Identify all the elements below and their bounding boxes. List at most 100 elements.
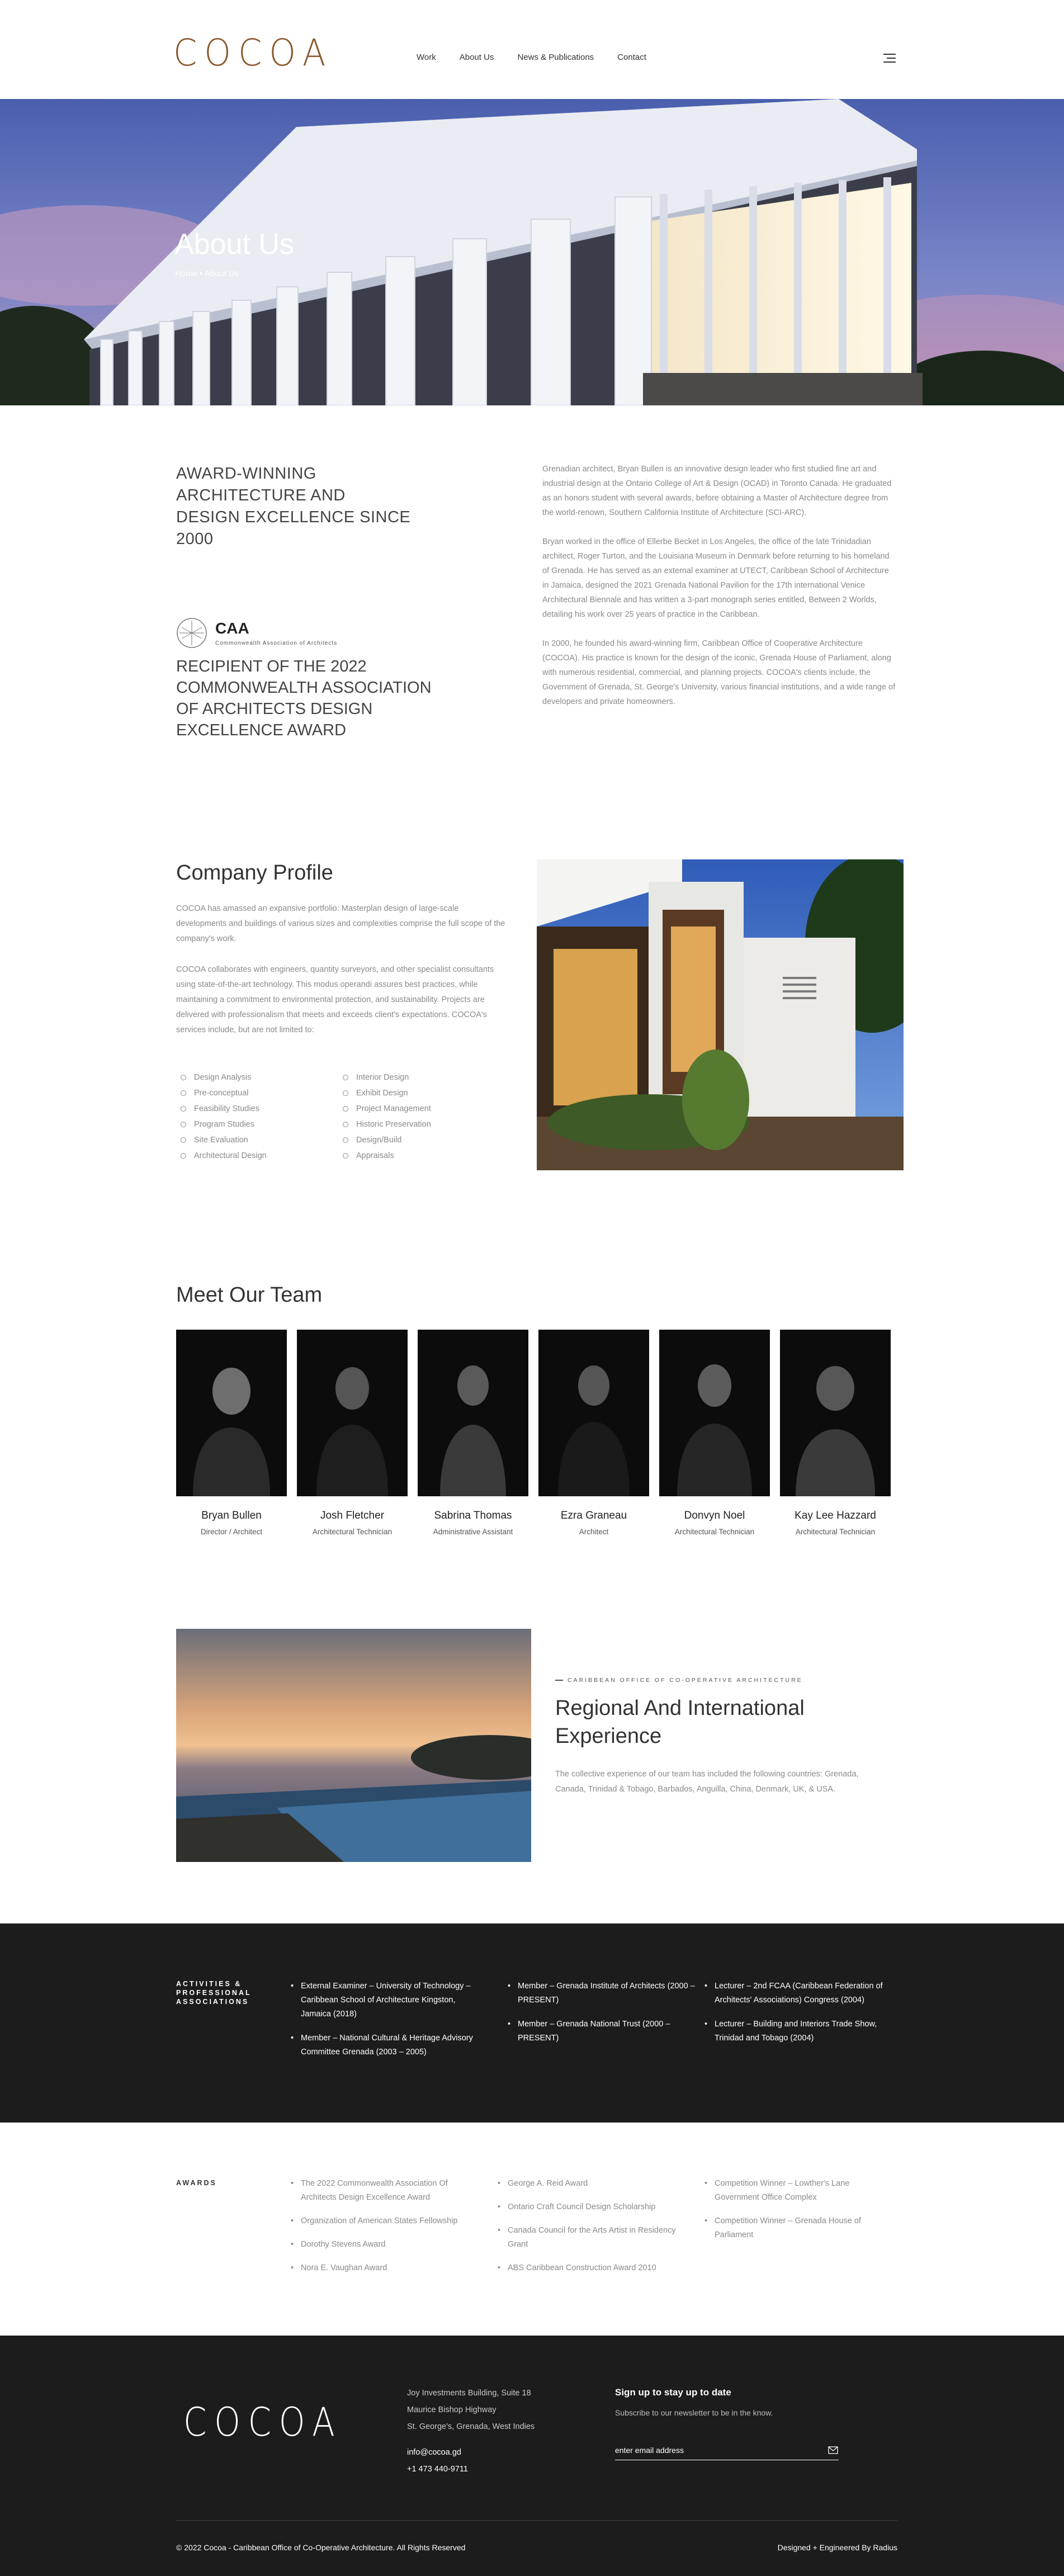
award-recipient-heading: RECIPIENT OF THE 2022 COMMONWEALTH ASSOC… <box>176 658 432 739</box>
member-role: Director / Architect <box>200 1528 263 1536</box>
awards-label: Awards <box>176 2179 217 2187</box>
activities-section: Activities & Professional Associations E… <box>0 1923 1064 2123</box>
bio-paragraph: Bryan worked in the office of Ellerbe Be… <box>542 537 890 619</box>
footer-divider <box>176 2520 897 2521</box>
team-member[interactable]: Donvyn Noel Architectural Technician <box>659 1330 770 1536</box>
breadcrumb[interactable]: Home • About Us <box>175 269 239 278</box>
service-item: Design/Build <box>343 1134 505 1146</box>
award-item: George A. Reid Award <box>498 2177 682 2191</box>
newsletter-email-input[interactable] <box>615 2440 839 2460</box>
member-name: Kay Lee Hazzard <box>795 1510 876 1521</box>
member-name: Sabrina Thomas <box>434 1510 512 1521</box>
award-item: Organization of American States Fellowsh… <box>291 2214 475 2228</box>
team-grid: Bryan Bullen Director / Architect Josh F… <box>176 1330 897 1536</box>
award-item: Competition Winner – Lowther's Lane Gove… <box>704 2177 889 2205</box>
service-item: Feasibility Studies <box>181 1103 343 1115</box>
caa-emblem-icon <box>177 618 207 648</box>
address-line: St. George's, Grenada, West Indies <box>407 2422 535 2431</box>
site-footer: COCOA Joy Investments Building, Suite 18… <box>0 2336 1064 2576</box>
designer-credit-link[interactable]: Designed + Engineered By Radius <box>767 2543 897 2552</box>
footer-logo[interactable]: COCOA <box>183 2403 342 2442</box>
hero-building-image <box>0 99 1064 405</box>
copyright-text: © 2022 Cocoa - Caribbean Office of Co-Op… <box>176 2543 466 2552</box>
member-name: Donvyn Noel <box>684 1510 745 1521</box>
team-member[interactable]: Bryan Bullen Director / Architect <box>176 1330 287 1536</box>
activity-item: Member – National Cultural & Heritage Ad… <box>291 2031 481 2059</box>
site-header: COCOA Work About Us News & Publications … <box>0 0 1064 99</box>
service-item: Interior Design <box>343 1071 505 1084</box>
activities-label: Activities & Professional Associations <box>176 1980 252 2006</box>
team-member[interactable]: Sabrina Thomas Administrative Assistant <box>418 1330 528 1536</box>
nav-contact[interactable]: Contact <box>617 53 646 62</box>
member-role: Architect <box>579 1528 609 1536</box>
bio-paragraph: Grenadian architect, Bryan Bullen is an … <box>542 465 892 517</box>
activity-item: Member – Grenada Institute of Architects… <box>508 1979 698 2007</box>
nav-about-us[interactable]: About Us <box>460 53 494 62</box>
team-member[interactable]: Kay Lee Hazzard Architectural Technician <box>780 1330 891 1536</box>
activity-item: Lecturer – 2nd FCAA (Caribbean Federatio… <box>704 1979 895 2007</box>
company-profile-text: COCOA has amassed an expansive portfolio… <box>176 901 506 1053</box>
award-item: Ontario Craft Council Design Scholarship <box>498 2200 682 2214</box>
team-member[interactable]: Ezra Graneau Architect <box>538 1330 649 1536</box>
founder-bio: Grenadian architect, Bryan Bullen is an … <box>542 462 897 724</box>
service-item: Site Evaluation <box>181 1134 343 1146</box>
service-item: Design Analysis <box>181 1071 343 1084</box>
footer-phone-link[interactable]: +1 473 440-9711 <box>407 2461 468 2478</box>
caa-subtitle: Commonwealth Association of Architects <box>215 640 338 646</box>
member-role: Architectural Technician <box>795 1528 876 1536</box>
member-portrait <box>659 1330 770 1496</box>
member-name: Bryan Bullen <box>201 1510 262 1521</box>
member-name: Ezra Graneau <box>560 1510 627 1521</box>
award-item: Canada Council for the Arts Artist in Re… <box>498 2224 682 2252</box>
regional-title: Regional And International Experience <box>555 1696 805 1748</box>
service-item: Architectural Design <box>181 1150 343 1162</box>
member-role: Administrative Assistant <box>433 1528 513 1536</box>
regional-text: The collective experience of our team ha… <box>555 1770 859 1794</box>
member-role: Architectural Technician <box>312 1528 393 1536</box>
nav-news-publications[interactable]: News & Publications <box>517 53 594 62</box>
service-item: Appraisals <box>343 1150 505 1162</box>
envelope-icon[interactable] <box>828 2446 838 2454</box>
member-role: Architectural Technician <box>674 1528 755 1536</box>
company-profile-image <box>537 859 904 1170</box>
footer-contact: info@cocoa.gd +1 473 440-9711 <box>407 2444 468 2478</box>
member-portrait <box>780 1330 891 1496</box>
newsletter-subtitle: Subscribe to our newsletter to be in the… <box>615 2408 773 2417</box>
award-item: Competition Winner – Grenada House of Pa… <box>704 2214 889 2242</box>
page-title: About Us <box>174 228 294 261</box>
service-item: Project Management <box>343 1103 505 1115</box>
about-heading: AWARD-WINNING ARCHITECTURE AND DESIGN EX… <box>176 465 411 548</box>
nav-work[interactable]: Work <box>417 53 436 62</box>
member-portrait <box>418 1330 528 1496</box>
company-profile-title: Company Profile <box>176 861 333 885</box>
service-item: Pre-conceptual <box>181 1087 343 1099</box>
awards-column: The 2022 Commonwealth Association Of Arc… <box>291 2177 475 2285</box>
hero-banner: About Us Home • About Us <box>0 99 1064 405</box>
member-portrait <box>297 1330 408 1496</box>
service-item: Exhibit Design <box>343 1087 505 1099</box>
activities-column: External Examiner – University of Techno… <box>291 1979 481 2069</box>
service-item: Historic Preservation <box>343 1118 505 1131</box>
team-title: Meet Our Team <box>176 1283 323 1307</box>
awards-column: George A. Reid Award Ontario Craft Counc… <box>498 2177 682 2285</box>
member-portrait <box>538 1330 649 1496</box>
profile-paragraph: COCOA has amassed an expansive portfolio… <box>176 904 505 943</box>
profile-paragraph: COCOA collaborates with engineers, quant… <box>176 965 494 1034</box>
footer-address: Joy Investments Building, Suite 18 Mauri… <box>407 2385 535 2435</box>
activity-item: External Examiner – University of Techno… <box>291 1979 481 2021</box>
newsletter-title: Sign up to stay up to date <box>615 2387 731 2398</box>
footer-email-link[interactable]: info@cocoa.gd <box>407 2444 468 2461</box>
activity-item: Member – Grenada National Trust (2000 – … <box>508 2017 698 2045</box>
team-member[interactable]: Josh Fletcher Architectural Technician <box>297 1330 408 1536</box>
member-portrait <box>176 1330 287 1496</box>
address-line: Joy Investments Building, Suite 18 <box>407 2389 531 2398</box>
award-item: The 2022 Commonwealth Association Of Arc… <box>291 2177 475 2205</box>
service-item: Program Studies <box>181 1118 343 1131</box>
bio-paragraph: In 2000, he founded his award-winning fi… <box>542 639 896 706</box>
main-nav: Work About Us News & Publications Contac… <box>417 53 670 62</box>
caa-title: CAA <box>215 620 249 637</box>
award-item: ABS Caribbean Construction Award 2010 <box>498 2261 682 2275</box>
activities-column: Member – Grenada Institute of Architects… <box>508 1979 698 2055</box>
hamburger-icon[interactable] <box>883 54 896 63</box>
site-logo[interactable]: COCOA <box>173 35 333 72</box>
